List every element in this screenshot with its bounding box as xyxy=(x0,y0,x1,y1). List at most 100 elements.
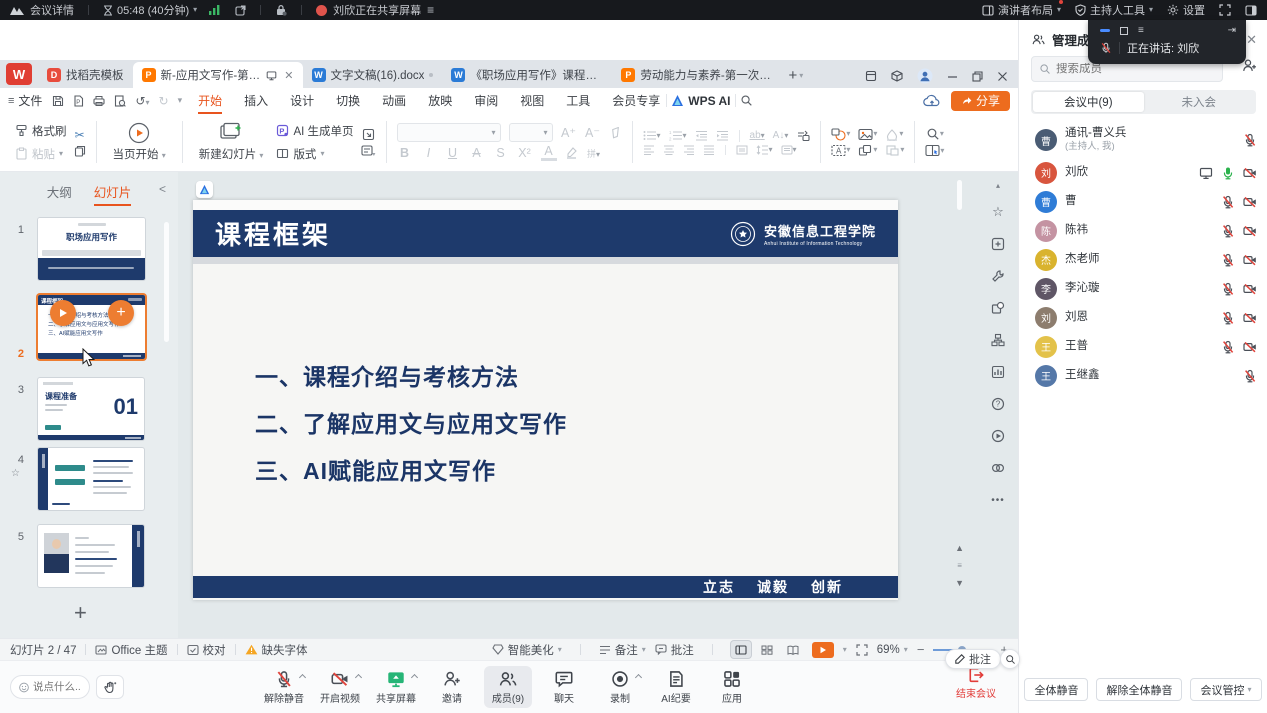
undo-button[interactable]: ↺▾ xyxy=(135,94,149,108)
new-tab-button[interactable]: + xyxy=(788,67,797,84)
network-signal-icon[interactable] xyxy=(209,5,221,15)
distribute-icon[interactable] xyxy=(736,145,748,155)
mic-off-icon[interactable] xyxy=(1243,133,1257,147)
decrease-indent-icon[interactable] xyxy=(695,130,708,141)
rail-more-icon[interactable]: ••• xyxy=(984,486,1012,514)
rail-collapse-icon[interactable]: ▴ xyxy=(988,180,1008,190)
bold-button[interactable]: B xyxy=(397,146,413,160)
text-box-icon[interactable]: A▾ xyxy=(831,144,850,157)
document-tab-1[interactable]: D找稻壳模板 xyxy=(38,62,133,88)
normal-view-button[interactable] xyxy=(731,641,751,658)
settings-button[interactable]: 设置 xyxy=(1167,2,1205,18)
meetbar-apps-button[interactable]: 应用 xyxy=(708,666,756,708)
selection-pane-button[interactable]: ▾ xyxy=(925,144,944,157)
mic-off-icon[interactable] xyxy=(1221,311,1235,325)
redo-button[interactable]: ↻ xyxy=(159,94,169,108)
close-icon[interactable] xyxy=(997,71,1008,82)
member-row-5[interactable]: 杰杰老师 xyxy=(1019,245,1267,274)
comments-button[interactable]: 批注 xyxy=(655,642,694,658)
rail-tools-icon[interactable] xyxy=(984,262,1012,290)
rail-resource-icon[interactable] xyxy=(984,454,1012,482)
popup-dock-icon[interactable]: ⇥ xyxy=(1228,25,1236,36)
section-icon[interactable] xyxy=(361,128,376,141)
mic-off-icon[interactable] xyxy=(1221,224,1235,238)
sharing-list-icon[interactable]: ≡ xyxy=(427,3,434,17)
popout-icon[interactable] xyxy=(235,5,246,16)
previous-slide-button[interactable]: ▲ xyxy=(955,543,964,553)
font-size-select[interactable]: ▾ xyxy=(509,123,553,142)
member-row-4[interactable]: 陈陈祎 xyxy=(1019,216,1267,245)
slide-thumbnail-3[interactable]: 课程准备 01 xyxy=(38,378,144,440)
document-tab-3[interactable]: W文字文稿(16).docx xyxy=(303,62,443,88)
phonetic-guide-button[interactable]: 拼▾ xyxy=(586,147,602,160)
bullet-list-icon[interactable]: ▾ xyxy=(643,130,661,141)
speaker-layout-button[interactable]: 演讲者布局▾ xyxy=(982,2,1061,18)
mic-on-icon[interactable] xyxy=(1221,166,1235,180)
app-center-icon[interactable] xyxy=(891,70,903,82)
side-panel-toggle-icon[interactable] xyxy=(1245,5,1257,16)
ribbon-tab-动画[interactable]: 动画 xyxy=(380,89,408,112)
justify-icon[interactable] xyxy=(703,145,715,155)
member-row-7[interactable]: 刘刘恩 xyxy=(1019,303,1267,332)
tab-slides[interactable]: 幻灯片 xyxy=(94,182,132,201)
print-preview-icon[interactable] xyxy=(114,95,126,107)
slide-sorter-view-button[interactable] xyxy=(757,641,777,658)
rail-shapes-icon[interactable] xyxy=(984,294,1012,322)
arrange-icon[interactable]: ▾ xyxy=(885,144,904,157)
close-panel-icon[interactable]: ✕ xyxy=(1246,32,1257,48)
convert-smartart-icon[interactable] xyxy=(796,130,810,142)
proofread-button[interactable]: 校对 xyxy=(187,642,226,658)
ribbon-tab-审阅[interactable]: 审阅 xyxy=(472,89,500,112)
collapse-panel-icon[interactable]: < xyxy=(159,182,166,196)
ribbon-tab-开始[interactable]: 开始 xyxy=(196,89,224,112)
increase-font-button[interactable]: A⁺ xyxy=(561,125,577,140)
save-icon[interactable] xyxy=(52,95,64,107)
slide-thumbnail-5[interactable] xyxy=(38,525,144,587)
vertical-text-button[interactable]: A↓▾ xyxy=(773,130,789,141)
mic-off-icon[interactable] xyxy=(1243,369,1257,383)
zoom-out-button[interactable]: − xyxy=(917,642,925,657)
ribbon-tab-设计[interactable]: 设计 xyxy=(288,89,316,112)
member-search-input[interactable] xyxy=(1056,63,1206,75)
slide-thumbnail-1[interactable]: 职场应用写作 xyxy=(38,218,145,280)
insert-slide-button[interactable]: + xyxy=(108,300,134,326)
outline-level-icon[interactable]: ▾ xyxy=(361,144,376,157)
rail-smartart-icon[interactable] xyxy=(984,326,1012,354)
member-row-6[interactable]: 李李沁璇 xyxy=(1019,274,1267,303)
restore-icon[interactable] xyxy=(972,71,983,82)
rail-chart-icon[interactable] xyxy=(984,358,1012,386)
ribbon-tab-会员专享[interactable]: 会员专享 xyxy=(610,89,662,112)
cam-off-icon[interactable] xyxy=(1243,253,1257,267)
missing-font-warning[interactable]: 缺失字体 xyxy=(245,642,308,658)
meetbar-record-button[interactable]: 录制 xyxy=(596,666,644,708)
ribbon-tab-切换[interactable]: 切换 xyxy=(334,89,362,112)
increase-indent-icon[interactable] xyxy=(716,130,729,141)
search-icon[interactable] xyxy=(740,94,753,107)
slide-thumbnail-4[interactable] xyxy=(38,448,144,510)
magnifier-button[interactable] xyxy=(1000,649,1020,669)
unmute-all-button[interactable]: 解除全体静音 xyxy=(1096,678,1182,701)
find-button[interactable]: ▾ xyxy=(925,127,944,141)
quick-toolbar-caret[interactable]: ▾ xyxy=(178,96,183,105)
cam-off-icon[interactable] xyxy=(1243,195,1257,209)
copy-icon[interactable] xyxy=(74,145,86,157)
tab-outline[interactable]: 大纲 xyxy=(47,182,72,201)
mic-off-icon[interactable] xyxy=(1221,195,1235,209)
theme-button[interactable]: Office 主题 xyxy=(95,642,167,658)
highlight-icon[interactable] xyxy=(565,147,578,159)
rail-properties-icon[interactable] xyxy=(984,230,1012,258)
meetbar-ai-notes-button[interactable]: AI纪要 xyxy=(652,666,700,708)
member-row-3[interactable]: 曹曹 xyxy=(1019,187,1267,216)
numbered-list-icon[interactable]: 12▾ xyxy=(669,130,687,141)
popup-list-icon[interactable]: ≡ xyxy=(1138,26,1144,36)
slide-layout-button[interactable]: 版式▾ xyxy=(273,144,356,164)
split-window-icon[interactable] xyxy=(865,70,877,82)
paste-button[interactable]: 粘贴▾ xyxy=(12,144,70,164)
document-tab-5[interactable]: P劳动能力与素养-第一次课 刘 xyxy=(612,62,782,88)
member-row-8[interactable]: 王王普 xyxy=(1019,332,1267,361)
slide-star-icon[interactable]: ☆ xyxy=(11,468,20,479)
meetbar-chat-button[interactable]: 聊天 xyxy=(540,666,588,708)
cut-icon[interactable]: ✂ xyxy=(74,128,86,142)
notes-button[interactable]: 备注▾ xyxy=(599,642,646,658)
line-spacing-icon[interactable]: ▾ xyxy=(756,145,773,155)
